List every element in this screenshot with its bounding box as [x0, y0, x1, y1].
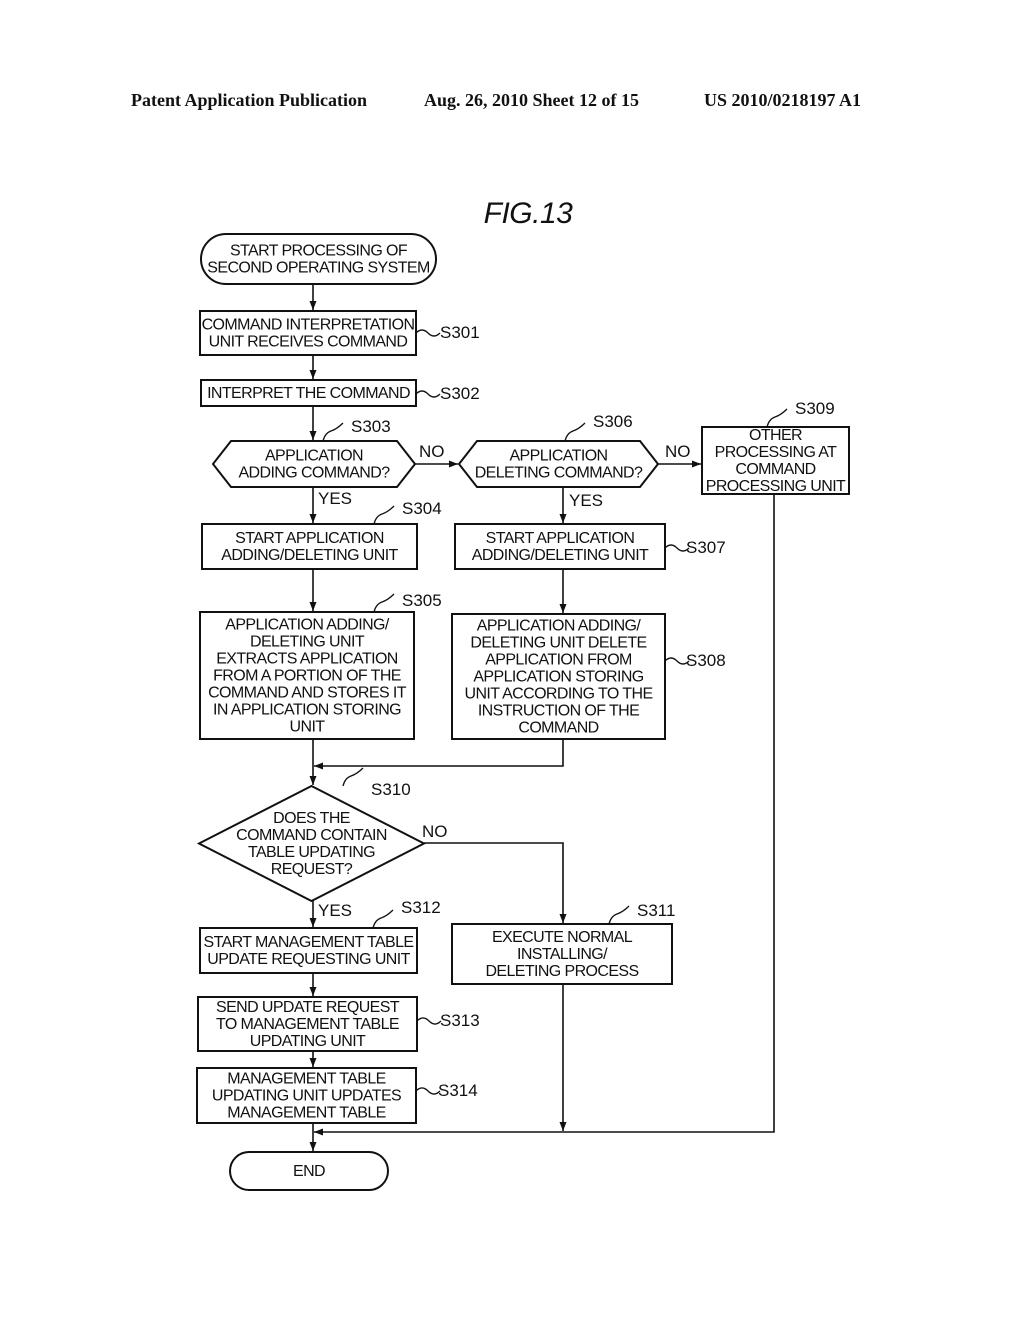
flow-node-s314: MANAGEMENT TABLEUPDATING UNIT UPDATESMAN… — [196, 1067, 478, 1124]
edge-s308-merge — [314, 739, 564, 770]
step-label: S309 — [795, 399, 835, 418]
node-text-line: DELETING UNIT DELETE — [470, 635, 646, 652]
node-text-line: PROCESSING UNIT — [706, 478, 846, 495]
step-label: S310 — [371, 780, 411, 799]
step-leader-line — [342, 767, 364, 787]
node-text-line: DELETING PROCESS — [485, 963, 638, 980]
node-text-line: DELETING UNIT — [250, 634, 365, 651]
node-text-line: APPLICATION — [509, 448, 607, 465]
node-text-line: EXTRACTS APPLICATION — [216, 651, 398, 668]
step-leader-line — [564, 422, 586, 442]
node-text-line: MANAGEMENT TABLE — [227, 1105, 385, 1122]
node-text-line: UNIT RECEIVES COMMAND — [209, 334, 408, 351]
flow-node-s308: APPLICATION ADDING/DELETING UNIT DELETEA… — [451, 613, 726, 740]
node-text-line: ADDING COMMAND? — [238, 465, 390, 482]
node-text-line: IN APPLICATION STORING — [213, 702, 401, 719]
node-text-line: OTHER — [749, 427, 802, 444]
node-text-line: APPLICATION ADDING/ — [477, 618, 642, 635]
step-leader-line — [415, 390, 441, 398]
node-text-line: MANAGEMENT TABLE — [227, 1071, 385, 1088]
edge-label: NO — [665, 442, 691, 461]
node-text-line: ADDING/DELETING UNIT — [221, 547, 398, 564]
step-label: S303 — [351, 417, 391, 436]
step-leader-line — [373, 593, 395, 613]
edge-label: NO — [419, 442, 445, 461]
node-text-line: DOES THE — [273, 810, 350, 827]
step-label: S311 — [637, 901, 675, 920]
node-text-line: INTERPRET THE COMMAND — [207, 385, 410, 402]
flowchart: FIG.13 NO NO YES YES YES NO START PROCESSING … — [196, 197, 850, 1191]
step-leader-line — [766, 408, 788, 428]
flow-node-end: END — [229, 1151, 389, 1191]
step-leader-line — [415, 1087, 441, 1095]
step-label: S307 — [686, 538, 726, 557]
node-text-line: END — [293, 1163, 325, 1180]
step-label: S312 — [401, 898, 441, 917]
step-leader-line — [415, 329, 441, 337]
step-label: S301 — [440, 323, 480, 342]
flow-node-s309: OTHERPROCESSING ATCOMMANDPROCESSING UNIT… — [701, 399, 850, 495]
node-text-line: INSTRUCTION OF THE — [478, 703, 639, 720]
node-text-line: COMMAND CONTAIN — [236, 827, 387, 844]
node-text-line: DELETING COMMAND? — [475, 465, 643, 482]
step-label: S308 — [686, 651, 726, 670]
flow-node-s304: START APPLICATIONADDING/DELETING UNIT S30… — [201, 499, 442, 570]
flow-node-s313: SEND UPDATE REQUESTTO MANAGEMENT TABLEUP… — [197, 996, 480, 1052]
node-text-line: INSTALLING/ — [517, 946, 608, 963]
edge-s310-s311 — [424, 842, 567, 923]
flow-node-s310: DOES THECOMMAND CONTAINTABLE UPDATINGREQ… — [196, 767, 427, 903]
flow-node-s305: APPLICATION ADDING/DELETING UNITEXTRACTS… — [199, 591, 442, 740]
edge-label: YES — [318, 489, 352, 508]
node-text-line: EXECUTE NORMAL — [492, 929, 633, 946]
node-text-line: APPLICATION STORING — [473, 669, 643, 686]
edge-label: YES — [318, 901, 352, 920]
flow-node-s302: INTERPRET THE COMMAND S302 — [200, 379, 480, 407]
flow-node-s306: APPLICATIONDELETING COMMAND? S306 — [457, 412, 660, 488]
node-text-line: UPDATE REQUESTING UNIT — [207, 951, 410, 968]
node-text-line: TABLE UPDATING — [248, 844, 375, 861]
step-leader-line — [373, 505, 395, 525]
edge-label: NO — [422, 822, 448, 841]
figure-title: FIG.13 — [484, 197, 574, 230]
node-text-line: COMMAND AND STORES IT — [208, 685, 407, 702]
node-text-line: START APPLICATION — [235, 530, 384, 547]
node-text-line: APPLICATION — [265, 448, 363, 465]
node-text-line: START APPLICATION — [486, 530, 635, 547]
flow-node-s301: COMMAND INTERPRETATIONUNIT RECEIVES COMM… — [199, 310, 480, 356]
node-text-line: UNIT — [290, 719, 326, 736]
flow-node-s307: START APPLICATIONADDING/DELETING UNIT S30… — [454, 523, 726, 570]
step-leader-line — [372, 909, 394, 929]
node-text-line: UPDATING UNIT — [250, 1033, 366, 1050]
step-label: S305 — [402, 591, 442, 610]
node-text-line: APPLICATION ADDING/ — [225, 617, 390, 634]
node-text-line: APPLICATION FROM — [485, 652, 632, 669]
node-text-line: COMMAND — [518, 720, 598, 737]
step-leader-line — [608, 905, 630, 925]
node-text-line: UNIT ACCORDING TO THE — [464, 686, 652, 703]
flow-node-s303: APPLICATIONADDING COMMAND? S303 — [211, 417, 417, 488]
step-label: S304 — [402, 499, 442, 518]
flow-node-start: START PROCESSING OFSECOND OPERATING SYST… — [200, 233, 437, 285]
node-text-line: PROCESSING AT — [715, 444, 838, 461]
node-text-line: UPDATING UNIT UPDATES — [212, 1088, 401, 1105]
node-text-line: REQUEST? — [271, 861, 353, 878]
step-label: S302 — [440, 384, 480, 403]
step-leader-line — [322, 422, 344, 442]
node-text-line: TO MANAGEMENT TABLE — [216, 1016, 399, 1033]
node-text-line: COMMAND — [735, 461, 815, 478]
node-text-line: SECOND OPERATING SYSTEM — [207, 260, 430, 277]
node-text-line: START MANAGEMENT TABLE — [204, 934, 414, 951]
step-label: S314 — [438, 1081, 478, 1100]
step-label: S306 — [593, 412, 633, 431]
step-leader-line — [416, 1017, 442, 1025]
node-text-line: START PROCESSING OF — [230, 243, 408, 260]
step-label: S313 — [440, 1011, 480, 1030]
node-text-line: ADDING/DELETING UNIT — [472, 547, 649, 564]
edge-label: YES — [569, 491, 603, 510]
node-text-line: COMMAND INTERPRETATION — [202, 317, 415, 334]
node-text-line: SEND UPDATE REQUEST — [216, 999, 400, 1016]
node-text-line: FROM A PORTION OF THE — [213, 668, 401, 685]
